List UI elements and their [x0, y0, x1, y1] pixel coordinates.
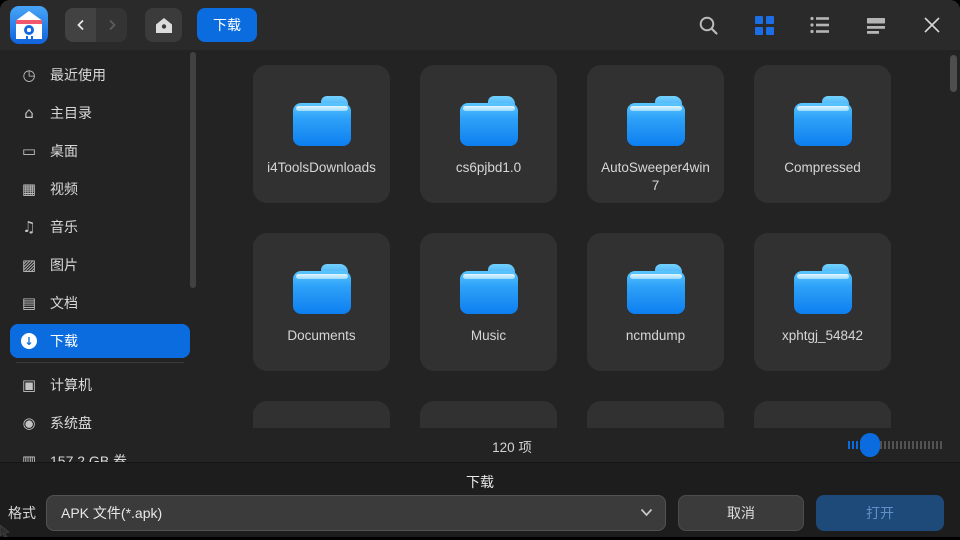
open-button[interactable]: 打开 — [816, 495, 944, 531]
sidebar-item-label: 音乐 — [50, 217, 78, 237]
home-icon: ⌂ — [18, 104, 40, 122]
folder-name: Documents — [287, 327, 355, 345]
folder-tile[interactable]: Compressed — [754, 65, 891, 203]
desktop-icon: ▭ — [18, 142, 40, 160]
cancel-button[interactable]: 取消 — [678, 495, 804, 531]
app-logo-icon — [10, 6, 48, 44]
home-icon — [155, 17, 173, 34]
folder-name: ncmdump — [626, 327, 685, 345]
sidebar-item-document[interactable]: ▤ 文档 — [10, 286, 190, 320]
sidebar-item-label: 图片 — [50, 255, 78, 275]
search-button[interactable] — [697, 14, 719, 36]
sidebar-item-music[interactable]: ♫ 音乐 — [10, 210, 190, 244]
folder-name: Music — [471, 327, 506, 345]
format-select-value: APK 文件(*.apk) — [61, 503, 162, 523]
folder-tile[interactable]: Music — [420, 233, 557, 371]
dialog-footer: 下载 格式 APK 文件(*.apk) 取消 打开 — [0, 462, 960, 537]
list-view-icon — [810, 16, 830, 34]
format-label: 格式 — [8, 503, 36, 523]
folder-name: cs6pjbd1.0 — [456, 159, 521, 177]
icon-size-slider[interactable] — [848, 441, 942, 449]
folder-tile[interactable]: Documents — [253, 233, 390, 371]
computer-icon: ▣ — [18, 376, 40, 394]
music-icon: ♫ — [18, 218, 40, 236]
chevron-right-icon — [107, 19, 117, 31]
status-bar: 120 项 — [200, 428, 960, 462]
detail-view-icon — [866, 17, 886, 34]
folder-icon — [794, 96, 852, 146]
folder-tile[interactable]: ncmdump — [587, 233, 724, 371]
folder-tile[interactable]: xphtgj_54842 — [754, 233, 891, 371]
dialog-title: 下载 — [0, 463, 960, 492]
folder-icon — [293, 96, 351, 146]
chevron-left-icon — [76, 19, 86, 31]
sidebar-item-label: 下载 — [50, 331, 78, 351]
folder-name: xphtgj_54842 — [782, 327, 863, 345]
slider-thumb[interactable] — [860, 433, 880, 457]
sidebar-item-label: 视频 — [50, 179, 78, 199]
mouse-cursor — [0, 525, 12, 537]
sidebar-item-label: 最近使用 — [50, 65, 106, 85]
sidebar-item-label: 桌面 — [50, 141, 78, 161]
format-select[interactable]: APK 文件(*.apk) — [46, 495, 666, 531]
folder-name: Compressed — [784, 159, 861, 177]
video-icon: ▦ — [18, 180, 40, 198]
sidebar: ◷最近使用⌂主目录▭桌面▦视频♫音乐▨图片▤文档↓下载▣计算机◉系统盘▥157.… — [0, 50, 200, 462]
home-button[interactable] — [145, 8, 182, 42]
sidebar-item-clock[interactable]: ◷ 最近使用 — [10, 58, 190, 92]
sidebar-item-label: 主目录 — [50, 103, 92, 123]
download-icon: ↓ — [18, 333, 40, 349]
system-disk-icon: ◉ — [18, 414, 40, 432]
file-grid-area: i4ToolsDownloads cs6pjbd1.0 AutoSweeper4wi… — [200, 50, 960, 462]
sidebar-item-label: 计算机 — [50, 375, 92, 395]
forward-button[interactable] — [96, 8, 127, 42]
back-button[interactable] — [65, 8, 96, 42]
folder-name: i4ToolsDownloads — [267, 159, 376, 177]
sidebar-item-download[interactable]: ↓ 下载 — [10, 324, 190, 358]
folder-icon — [460, 264, 518, 314]
chevron-down-icon — [640, 508, 653, 517]
sidebar-item-image[interactable]: ▨ 图片 — [10, 248, 190, 282]
nav-group — [65, 8, 127, 42]
breadcrumb-current[interactable]: 下载 — [197, 8, 257, 42]
folder-icon — [627, 264, 685, 314]
close-button[interactable] — [921, 14, 943, 36]
sidebar-separator — [16, 362, 184, 363]
folder-icon — [794, 264, 852, 314]
folder-name: AutoSweeper4win7 — [598, 159, 714, 195]
close-icon — [923, 16, 941, 34]
sidebar-item-computer[interactable]: ▣ 计算机 — [10, 368, 190, 402]
item-count: 120 项 — [492, 436, 532, 456]
folder-icon — [293, 264, 351, 314]
folder-icon — [627, 96, 685, 146]
folder-tile[interactable]: AutoSweeper4win7 — [587, 65, 724, 203]
file-chooser-window: 下载 — [0, 0, 960, 537]
grid-view-button[interactable] — [753, 14, 775, 36]
grid-view-icon — [755, 16, 774, 35]
sidebar-item-video[interactable]: ▦ 视频 — [10, 172, 190, 206]
folder-icon — [460, 96, 518, 146]
clock-icon: ◷ — [18, 66, 40, 84]
toolbar: 下载 — [0, 0, 960, 50]
sidebar-item-label: 系统盘 — [50, 413, 92, 433]
file-grid-scrollbar[interactable] — [950, 55, 957, 92]
list-view-button[interactable] — [809, 14, 831, 36]
document-icon: ▤ — [18, 294, 40, 312]
sidebar-item-home[interactable]: ⌂ 主目录 — [10, 96, 190, 130]
sidebar-item-label: 文档 — [50, 293, 78, 313]
detail-view-button[interactable] — [865, 14, 887, 36]
download-circle-icon: ↓ — [21, 333, 37, 349]
folder-tile[interactable]: cs6pjbd1.0 — [420, 65, 557, 203]
sidebar-item-desktop[interactable]: ▭ 桌面 — [10, 134, 190, 168]
search-icon — [698, 15, 719, 36]
folder-tile[interactable]: i4ToolsDownloads — [253, 65, 390, 203]
image-icon: ▨ — [18, 256, 40, 274]
sidebar-item-system-disk[interactable]: ◉ 系统盘 — [10, 406, 190, 440]
sidebar-scrollbar[interactable] — [190, 52, 196, 288]
